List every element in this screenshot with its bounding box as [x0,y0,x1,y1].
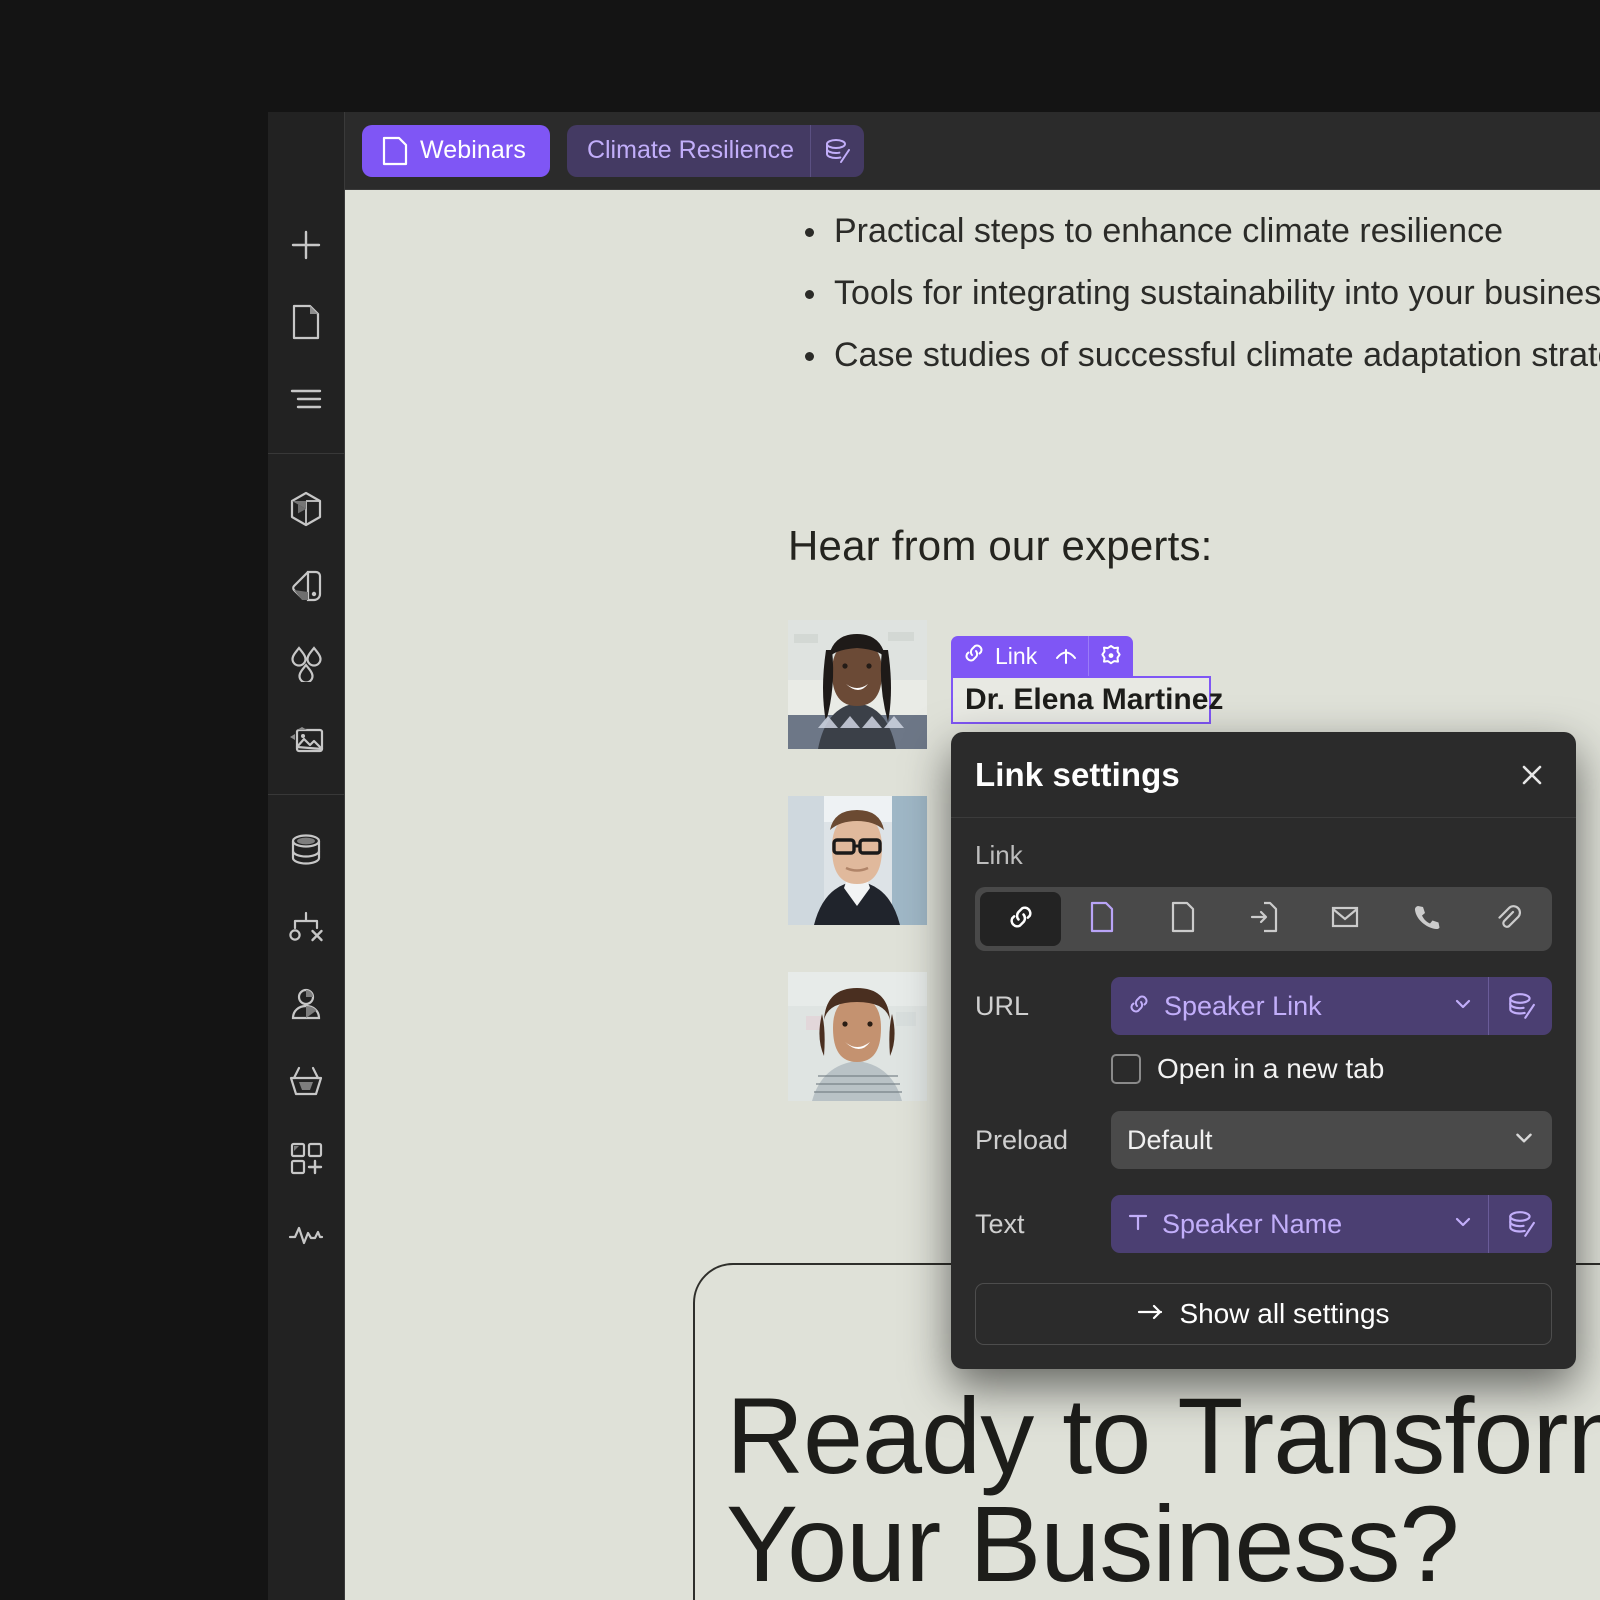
rail-group-3 [268,794,344,1289]
bullet-list: Practical steps to enhance climate resil… [788,206,1600,392]
link-type-email-button[interactable] [1304,892,1385,946]
selected-text-value: Dr. Elena Martinez [965,683,1223,717]
show-all-settings-label: Show all settings [1179,1298,1389,1330]
selected-text-element[interactable]: Dr. Elena Martinez [951,676,1211,724]
sidebar-item-navigator[interactable] [268,360,344,437]
cta-heading-line-2: Your Business? [726,1490,1600,1598]
sidebar-item-ecommerce[interactable] [268,1042,344,1119]
text-T-icon [1127,1211,1149,1238]
avatar[interactable] [788,796,927,925]
sidebar-item-users[interactable] [268,965,344,1042]
collection-chip[interactable]: Climate Resilience [567,125,864,177]
url-field-value: Speaker Link [1164,991,1439,1022]
preload-value: Default [1127,1125,1213,1156]
mail-icon [1330,904,1360,935]
section-arrow-icon [1250,901,1278,938]
show-all-settings-button[interactable]: Show all settings [975,1283,1552,1345]
preload-field-row: Preload Default [975,1111,1552,1169]
chevron-down-icon[interactable] [1452,993,1474,1020]
element-selection-badge[interactable]: Link [951,636,1133,676]
paperclip-icon [1493,903,1521,936]
database-edit-icon[interactable] [810,125,864,177]
panel-header: Link settings [951,732,1576,818]
tab-webinars-label: Webinars [420,136,526,165]
sidebar-item-style-variables[interactable] [268,547,344,624]
badge-label: Link [995,643,1037,670]
sidebar-item-apps[interactable] [268,1119,344,1196]
close-icon[interactable] [1512,755,1552,795]
link-type-phone-button[interactable] [1385,892,1466,946]
page-icon [382,136,408,166]
database-edit-icon[interactable] [1488,977,1552,1035]
list-item: Tools for integrating sustainability int… [788,268,1600,318]
preload-select[interactable]: Default [1111,1111,1552,1169]
experts-heading: Hear from our experts: [788,522,1213,570]
speaker-photo-list [788,620,927,1148]
new-tab-row[interactable]: Open in a new tab [975,1053,1552,1085]
screenshot-root: Practical steps to enhance climate resil… [0,0,1600,1600]
collection-chip-label: Climate Resilience [567,125,810,177]
text-field-row: Text Speaker Name [975,1195,1552,1253]
link-icon [1006,902,1036,937]
designer-left-rail [268,112,345,1600]
sidebar-item-pages[interactable] [268,283,344,360]
link-icon [962,641,986,671]
link-icon [1127,992,1151,1021]
rail-group-2 [268,453,344,794]
arrow-right-icon [1137,1298,1165,1330]
cta-heading-line-1: Ready to Transform [726,1382,1600,1490]
rail-group-1 [268,190,344,453]
panel-body: Link [951,818,1576,1369]
url-field-row: URL Speaker Link [975,977,1552,1035]
link-type-segmented-control [975,887,1552,951]
chevron-down-icon[interactable] [1452,1211,1474,1238]
text-field-main[interactable]: Speaker Name [1111,1195,1488,1253]
link-type-url-button[interactable] [980,892,1061,946]
sidebar-item-cms[interactable] [268,811,344,888]
topbar-tabs: Webinars Climate Resilience [345,125,864,177]
link-type-file-button[interactable] [1142,892,1223,946]
text-bound-field[interactable]: Speaker Name [1111,1195,1552,1253]
cta-heading: Ready to Transform Your Business? [726,1382,1600,1598]
url-field-label: URL [975,991,1111,1022]
chevron-down-icon [1512,1126,1536,1155]
phone-icon [1412,903,1440,936]
text-field-label: Text [975,1209,1111,1240]
preload-field-label: Preload [975,1125,1111,1156]
avatar[interactable] [788,620,927,749]
sidebar-item-add[interactable] [268,206,344,283]
designer-topbar: Webinars Climate Resilience [268,112,1600,190]
sidebar-item-variables[interactable] [268,624,344,701]
link-settings-panel: Link settings Link [951,732,1576,1369]
webflow-designer-window: Practical steps to enhance climate resil… [268,112,1600,1600]
tab-webinars[interactable]: Webinars [362,125,550,177]
link-type-section-button[interactable] [1223,892,1304,946]
list-item: Case studies of successful climate adapt… [788,330,1600,380]
sidebar-item-assets[interactable] [268,701,344,778]
link-type-attachment-button[interactable] [1466,892,1547,946]
sidebar-item-audit[interactable] [268,1196,344,1273]
page-icon [1089,901,1115,938]
sidebar-item-logic[interactable] [268,888,344,965]
new-tab-checkbox[interactable] [1111,1054,1141,1084]
url-bound-field[interactable]: Speaker Link [1111,977,1552,1035]
url-field-main[interactable]: Speaker Link [1111,977,1488,1035]
text-field-value: Speaker Name [1162,1209,1439,1240]
gear-icon[interactable] [1088,636,1133,676]
badge-link-label-group[interactable]: Link [951,636,1049,676]
link-section-label: Link [975,840,1552,871]
panel-title: Link settings [975,756,1180,794]
sidebar-item-components[interactable] [268,470,344,547]
list-item: Practical steps to enhance climate resil… [788,206,1600,256]
database-edit-icon[interactable] [1488,1195,1552,1253]
new-tab-label: Open in a new tab [1157,1053,1384,1085]
link-type-page-button[interactable] [1061,892,1142,946]
file-icon [1170,901,1196,938]
select-parent-icon[interactable] [1049,636,1088,676]
avatar[interactable] [788,972,927,1101]
